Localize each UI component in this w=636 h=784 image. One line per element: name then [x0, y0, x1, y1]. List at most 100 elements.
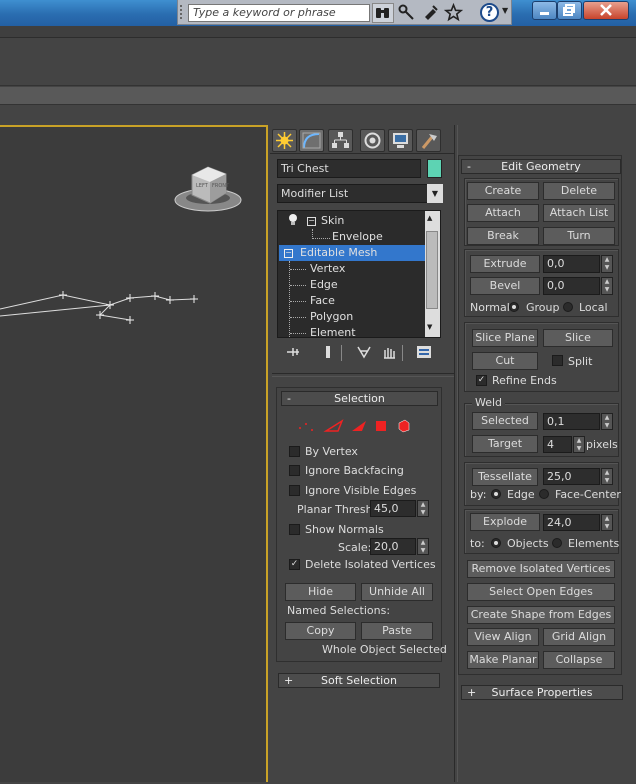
edge-subobject-button[interactable]: [322, 417, 342, 435]
attach-button[interactable]: Attach: [467, 204, 539, 222]
soft-selection-rollout-header[interactable]: + Soft Selection: [278, 673, 440, 688]
extrude-amount-field[interactable]: 0,0: [543, 255, 600, 273]
stack-item-skin[interactable]: − Skin: [280, 213, 422, 229]
refine-ends-checkbox[interactable]: ✓: [476, 375, 487, 386]
close-button[interactable]: [583, 1, 629, 20]
paste-button[interactable]: Paste: [361, 622, 433, 640]
select-open-edges-button[interactable]: Select Open Edges: [467, 583, 615, 601]
collapse-button[interactable]: Collapse: [543, 651, 615, 669]
vertex-subobject-button[interactable]: [296, 417, 316, 435]
collapse-icon[interactable]: −: [307, 217, 316, 226]
cut-button[interactable]: Cut: [472, 352, 538, 370]
planar-thresh-spinner[interactable]: ▲ ▼: [417, 500, 429, 517]
polygon-subobject-button[interactable]: [372, 417, 392, 435]
satellite-icon[interactable]: [421, 3, 440, 22]
tessellate-face-center-radio[interactable]: [539, 489, 549, 499]
collapse-icon[interactable]: -: [467, 160, 471, 173]
modify-tab[interactable]: [299, 129, 324, 152]
copy-button[interactable]: Copy: [285, 622, 356, 640]
view-align-button[interactable]: View Align: [467, 628, 539, 646]
modifier-stack[interactable]: − Skin Envelope − Editable Mesh Vertex E…: [277, 210, 441, 338]
ignore-visible-edges-checkbox[interactable]: [289, 485, 300, 496]
weld-target-pixels-field[interactable]: 4: [543, 436, 572, 453]
tessellate-button[interactable]: Tessellate: [472, 468, 538, 486]
hide-button[interactable]: Hide: [285, 583, 356, 601]
collapse-icon[interactable]: -: [287, 392, 291, 405]
tessellate-edge-radio[interactable]: [491, 489, 501, 499]
bevel-amount-field[interactable]: 0,0: [543, 277, 600, 295]
utilities-tab[interactable]: [416, 129, 441, 152]
search-input[interactable]: Type a keyword or phrase: [188, 4, 370, 22]
show-normals-checkbox[interactable]: [289, 524, 300, 535]
face-subobject-button[interactable]: [348, 417, 368, 435]
scale-field[interactable]: 20,0: [370, 538, 416, 555]
binoculars-icon[interactable]: [373, 3, 392, 22]
scroll-thumb[interactable]: [426, 231, 438, 309]
viewport[interactable]: LEFT FRONT: [0, 125, 268, 782]
create-tab[interactable]: [272, 129, 297, 152]
grid-align-button[interactable]: Grid Align: [543, 628, 615, 646]
scroll-up-icon[interactable]: ▲: [427, 214, 432, 222]
expand-icon[interactable]: +: [284, 674, 293, 687]
ignore-backfacing-checkbox[interactable]: [289, 465, 300, 476]
display-tab[interactable]: [388, 129, 413, 152]
weld-target-button[interactable]: Target: [472, 435, 538, 453]
help-icon[interactable]: ?: [480, 3, 499, 22]
pin-stack-icon[interactable]: [285, 345, 301, 362]
explode-objects-radio[interactable]: [491, 538, 501, 548]
stack-item-envelope[interactable]: Envelope: [280, 229, 422, 245]
tessellate-spinner[interactable]: ▲ ▼: [601, 468, 613, 485]
stack-item-edge[interactable]: Edge: [280, 277, 422, 293]
slice-button[interactable]: Slice: [543, 329, 613, 347]
explode-elements-radio[interactable]: [552, 538, 562, 548]
normal-local-radio[interactable]: [563, 302, 573, 312]
scroll-down-icon[interactable]: ▼: [427, 323, 432, 331]
selection-rollout-header[interactable]: - Selection: [281, 391, 438, 406]
show-end-result-icon[interactable]: [320, 345, 336, 362]
minimize-button[interactable]: [532, 1, 557, 20]
weld-target-spinner[interactable]: ▲ ▼: [573, 436, 585, 453]
star-icon[interactable]: [443, 2, 464, 22]
slice-plane-button[interactable]: Slice Plane: [472, 329, 538, 347]
object-color-swatch[interactable]: [427, 159, 442, 178]
unhide-all-button[interactable]: Unhide All: [361, 583, 433, 601]
normal-group-radio[interactable]: [509, 302, 519, 312]
break-button[interactable]: Break: [467, 227, 539, 245]
edit-geometry-rollout-header[interactable]: - Edit Geometry: [461, 159, 621, 174]
extrude-button[interactable]: Extrude: [470, 255, 540, 273]
hierarchy-tab[interactable]: [328, 129, 353, 152]
bevel-spinner[interactable]: ▲ ▼: [601, 277, 613, 295]
configure-modifier-sets-icon[interactable]: [416, 345, 432, 362]
make-planar-button[interactable]: Make Planar: [467, 651, 539, 669]
stack-item-editable-mesh[interactable]: − Editable Mesh: [279, 245, 425, 261]
weld-selected-button[interactable]: Selected: [472, 412, 538, 430]
help-dropdown-arrow-icon[interactable]: ▼: [502, 6, 508, 15]
planar-thresh-field[interactable]: 45,0: [370, 500, 416, 517]
explode-button[interactable]: Explode: [470, 513, 540, 531]
weld-threshold-spinner[interactable]: ▲ ▼: [601, 413, 613, 430]
key-icon[interactable]: [397, 3, 416, 22]
scale-spinner[interactable]: ▲ ▼: [417, 538, 429, 555]
restore-button[interactable]: [557, 1, 582, 20]
stack-item-face[interactable]: Face: [280, 293, 422, 309]
stack-item-polygon[interactable]: Polygon: [280, 309, 422, 325]
motion-tab[interactable]: [360, 129, 385, 152]
stack-item-element[interactable]: Element: [280, 325, 422, 337]
chevron-down-icon[interactable]: ▼: [427, 184, 443, 203]
modifier-list-dropdown[interactable]: Modifier List ▼: [277, 184, 443, 203]
delete-isolated-vertices-checkbox[interactable]: ✓: [289, 559, 300, 570]
make-unique-icon[interactable]: [356, 345, 372, 362]
create-shape-from-edges-button[interactable]: Create Shape from Edges: [467, 606, 615, 624]
remove-modifier-icon[interactable]: [381, 345, 397, 362]
tessellate-tension-field[interactable]: 25,0: [543, 468, 600, 485]
object-name-field[interactable]: Tri Chest: [277, 159, 421, 178]
create-button[interactable]: Create: [467, 182, 539, 200]
collapse-icon[interactable]: −: [284, 249, 293, 258]
element-subobject-button[interactable]: [396, 417, 416, 435]
turn-button[interactable]: Turn: [543, 227, 615, 245]
expand-icon[interactable]: +: [467, 686, 476, 699]
stack-scrollbar[interactable]: ▲ ▼: [425, 211, 440, 337]
explode-spinner[interactable]: ▲ ▼: [601, 514, 613, 531]
explode-angle-field[interactable]: 24,0: [543, 514, 600, 531]
by-vertex-checkbox[interactable]: [289, 446, 300, 457]
